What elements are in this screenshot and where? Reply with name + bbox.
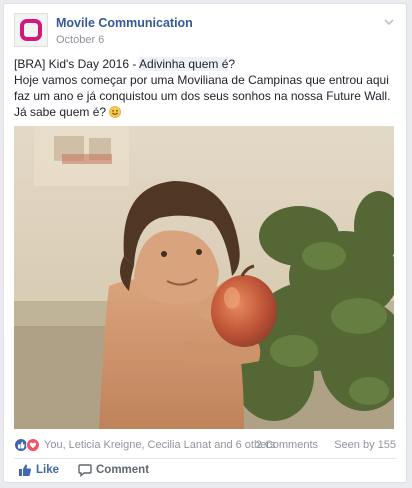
page-avatar[interactable]	[14, 13, 48, 47]
like-reaction-icon	[14, 438, 28, 452]
post-text-highlight: Adivinha quem é	[139, 57, 229, 71]
page-name-link[interactable]: Movile Communication	[56, 16, 193, 30]
like-button-label: Like	[36, 464, 60, 476]
post-stats: You, Leticia Kreigne, Cecilia Lanat and …	[14, 438, 396, 454]
like-button[interactable]: Like	[18, 463, 59, 477]
post-card: Movile Communication October 6 [BRA] Kid…	[3, 3, 407, 483]
post-actions: Like Comment	[14, 463, 396, 479]
chevron-down-icon[interactable]	[382, 15, 396, 29]
post-text: [BRA] Kid's Day 2016 - Adivinha quem é? …	[14, 56, 398, 120]
thumbs-up-icon	[19, 464, 31, 476]
comments-count-link[interactable]: 2 Comments	[256, 439, 318, 451]
post-text-prefix: [BRA] Kid's Day 2016 -	[14, 57, 140, 71]
comment-bubble-icon	[78, 464, 92, 477]
reactions-names-link[interactable]: You, Leticia Kreigne, Cecilia Lanat and …	[44, 439, 275, 451]
comment-button-label: Comment	[96, 464, 150, 476]
post-photo[interactable]	[14, 126, 394, 429]
brand-logo-icon	[20, 19, 42, 41]
love-reaction-icon	[26, 438, 40, 452]
seen-by-count[interactable]: Seen by 155	[334, 439, 396, 451]
smile-emoji-icon	[109, 106, 122, 118]
post-header: Movile Communication October 6	[14, 13, 396, 49]
actions-divider	[14, 458, 396, 459]
post-date[interactable]: October 6	[56, 34, 104, 46]
comment-button[interactable]: Comment	[78, 463, 149, 477]
post-text-question: ?	[228, 57, 236, 71]
child-photo-image	[14, 126, 394, 429]
post-text-body: Hoje vamos começar por uma Moviliana de …	[14, 73, 391, 119]
reactions-icons[interactable]	[14, 438, 44, 452]
